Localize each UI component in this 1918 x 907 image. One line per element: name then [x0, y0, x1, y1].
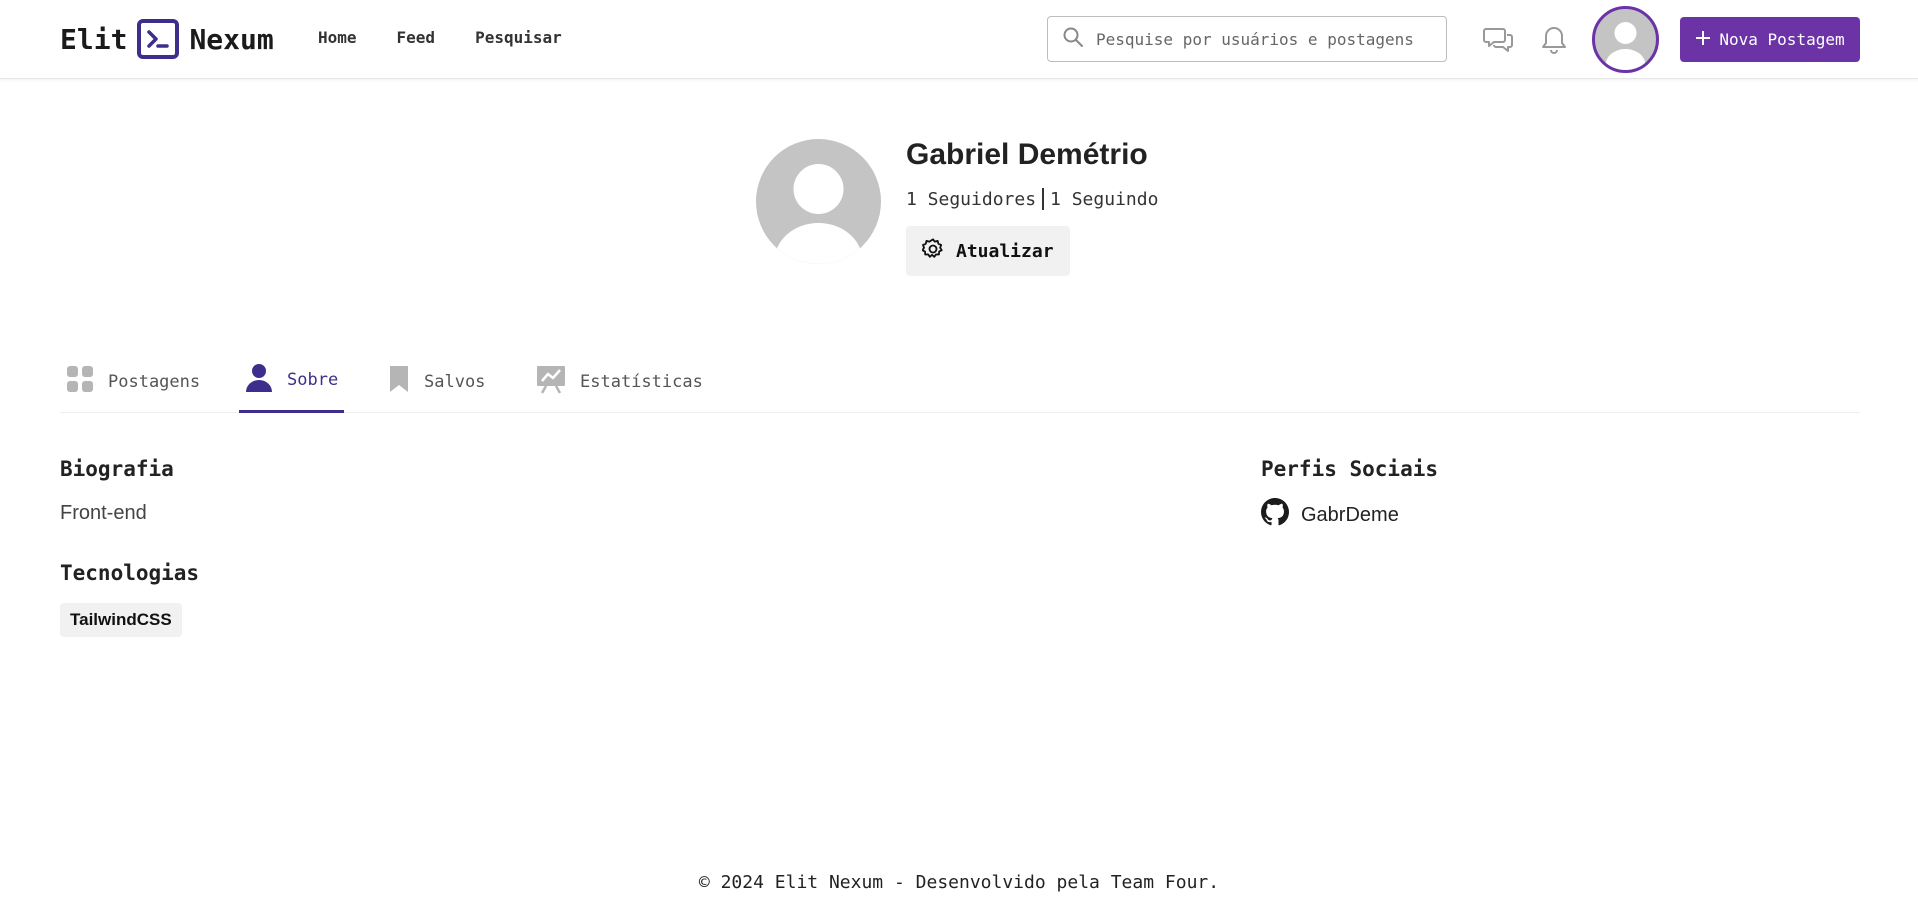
- new-post-label: Nova Postagem: [1719, 30, 1845, 49]
- bio-text: Front-end: [60, 502, 147, 524]
- gear-icon: [921, 237, 944, 265]
- github-icon: [1261, 498, 1289, 532]
- search-icon: [1062, 26, 1084, 52]
- chart-icon: [536, 364, 566, 399]
- terminal-icon: [137, 19, 180, 59]
- tab-estatisticas[interactable]: Estatísticas: [536, 350, 703, 413]
- bookmark-icon: [388, 364, 410, 399]
- tab-salvos[interactable]: Salvos: [388, 350, 485, 413]
- plus-icon: [1695, 30, 1711, 50]
- profile-tabs: Postagens Sobre Salvos Estatísticas: [60, 350, 1860, 413]
- tab-label: Sobre: [287, 370, 339, 390]
- logo-text-left: Elit: [60, 22, 128, 56]
- nav-home[interactable]: Home: [318, 28, 357, 47]
- social-title: Perfis Sociais: [1261, 457, 1439, 481]
- profile-avatar: [756, 139, 881, 264]
- main-nav: Home Feed Pesquisar: [318, 28, 562, 47]
- following-count[interactable]: 1 Seguindo: [1050, 189, 1158, 210]
- person-icon: [245, 363, 273, 398]
- profile-name: Gabriel Demétrio: [906, 138, 1148, 171]
- tech-chip: TailwindCSS: [60, 603, 182, 637]
- update-profile-button[interactable]: Atualizar: [906, 226, 1070, 276]
- logo[interactable]: Elit Nexum: [60, 18, 274, 60]
- followers-count[interactable]: 1 Seguidores: [906, 189, 1036, 210]
- tab-postagens[interactable]: Postagens: [66, 350, 200, 413]
- bio-title: Biografia: [60, 457, 174, 481]
- social-handle: GabrDeme: [1301, 503, 1399, 526]
- user-avatar[interactable]: [1592, 6, 1659, 73]
- follow-divider: [1042, 188, 1045, 210]
- new-post-button[interactable]: Nova Postagem: [1680, 17, 1860, 62]
- social-link-github[interactable]: GabrDeme: [1261, 498, 1399, 532]
- tech-title: Tecnologias: [60, 561, 200, 585]
- nav-pesquisar[interactable]: Pesquisar: [475, 28, 562, 47]
- search-input[interactable]: [1096, 29, 1426, 49]
- logo-text-right: Nexum: [189, 22, 274, 56]
- tab-label: Salvos: [424, 371, 486, 392]
- chat-icon[interactable]: [1483, 24, 1515, 56]
- top-header: Elit Nexum Home Feed Pesquisar Nova Post…: [0, 0, 1918, 79]
- tab-label: Postagens: [108, 371, 201, 392]
- nav-feed[interactable]: Feed: [397, 28, 436, 47]
- tab-sobre[interactable]: Sobre: [239, 350, 345, 413]
- follow-stats: 1 Seguidores 1 Seguindo: [906, 188, 1158, 210]
- update-label: Atualizar: [956, 240, 1054, 262]
- grid-icon: [66, 365, 94, 398]
- bell-icon[interactable]: [1538, 24, 1570, 56]
- tab-label: Estatísticas: [580, 371, 703, 392]
- footer-text: © 2024 Elit Nexum - Desenvolvido pela Te…: [698, 872, 1220, 893]
- search-box[interactable]: [1047, 16, 1447, 62]
